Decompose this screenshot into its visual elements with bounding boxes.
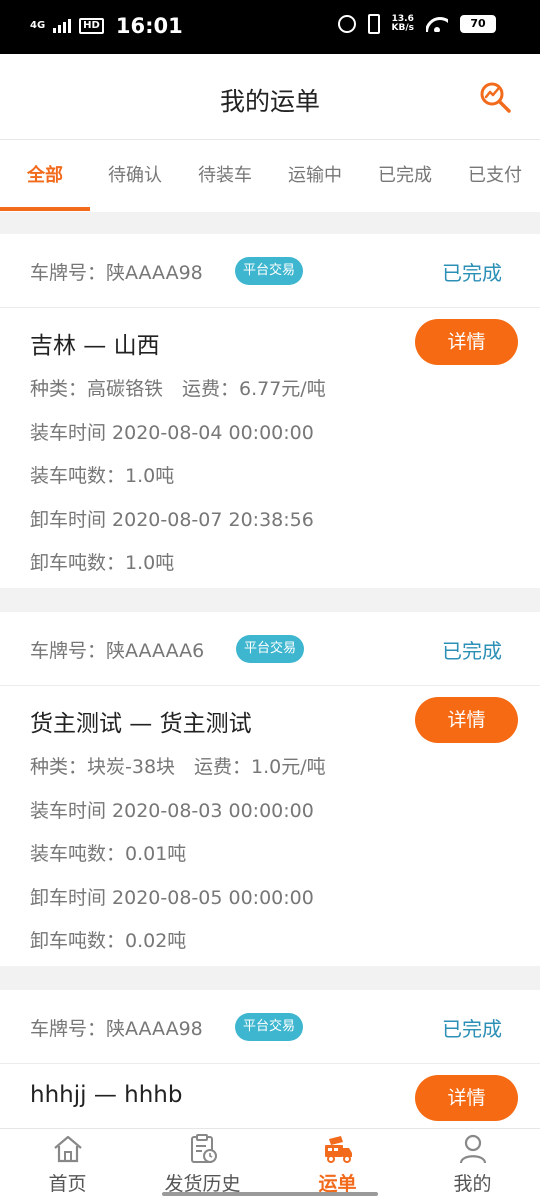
tab-pending-load[interactable]: 待装车 <box>190 140 260 212</box>
vibrate-icon <box>367 14 380 34</box>
route: 货主测试 — 货主测试 <box>30 711 252 737</box>
detail-button[interactable]: 详情 <box>415 1075 518 1121</box>
status-bar: 4G HD 16:01 13.6 KB/s 70 <box>0 0 540 54</box>
order-status: 已完成 <box>442 639 502 663</box>
platform-badge: 平台交易 <box>235 1013 304 1041</box>
battery-icon: 70 <box>460 15 496 33</box>
route: hhhjj — hhhb <box>30 1082 183 1108</box>
order-status: 已完成 <box>442 1017 502 1041</box>
hd-icon: HD <box>79 18 104 34</box>
nav-profile[interactable]: 我的 <box>405 1129 540 1200</box>
speed-unit: KB/s <box>391 23 414 33</box>
truck-icon <box>324 1136 352 1163</box>
load-tonnage: 装车吨数：0.01吨 <box>30 843 187 865</box>
order-status: 已完成 <box>442 261 502 285</box>
nav-home[interactable]: 首页 <box>0 1129 135 1200</box>
order-card: 车牌号：陕AAAA98 平台交易 已完成 hhhjj — hhhb 详情 <box>0 990 540 1128</box>
tab-completed[interactable]: 已完成 <box>370 140 440 212</box>
unload-time: 卸车时间 2020-08-07 20:38:56 <box>30 509 314 531</box>
tab-pending-confirm[interactable]: 待确认 <box>100 140 170 212</box>
cargo-type-freight: 种类：高碳铬铁 运费：6.77元/吨 <box>30 378 326 400</box>
network-speed: 13.6 KB/s <box>392 15 414 33</box>
search-chart-icon[interactable] <box>478 80 514 114</box>
platform-badge: 平台交易 <box>236 635 305 663</box>
clock: 16:01 <box>115 14 183 38</box>
signal-icon <box>53 19 72 33</box>
active-tab-indicator <box>0 207 90 211</box>
tab-in-transit[interactable]: 运输中 <box>280 140 350 212</box>
app-header: 我的运单 <box>0 54 540 140</box>
load-time: 装车时间 2020-08-03 00:00:00 <box>30 800 314 822</box>
page-title: 我的运单 <box>219 87 320 116</box>
route: 吉林 — 山西 <box>30 333 160 359</box>
tab-all[interactable]: 全部 <box>10 140 80 212</box>
detail-button[interactable]: 详情 <box>415 697 518 743</box>
plate-number: 车牌号：陕AAAAA6 <box>30 640 205 662</box>
network-type: 4G <box>30 20 46 31</box>
bottom-navigation: 首页 发货历史 运单 我的 <box>0 1128 540 1200</box>
nav-orders[interactable]: 运单 <box>270 1129 405 1200</box>
user-icon <box>459 1134 486 1164</box>
load-tonnage: 装车吨数：1.0吨 <box>30 465 175 487</box>
platform-badge: 平台交易 <box>235 257 304 285</box>
wifi-icon <box>426 16 448 32</box>
order-card: 车牌号：陕AAAA98 平台交易 已完成 吉林 — 山西 详情 种类：高碳铬铁 … <box>0 234 540 588</box>
order-card-header: 车牌号：陕AAAA98 平台交易 已完成 <box>0 234 540 308</box>
unload-tonnage: 卸车吨数：1.0吨 <box>30 552 175 574</box>
nav-history[interactable]: 发货历史 <box>135 1129 270 1200</box>
detail-button[interactable]: 详情 <box>415 319 518 365</box>
order-card: 车牌号：陕AAAAA6 平台交易 已完成 货主测试 — 货主测试 详情 种类：块… <box>0 612 540 966</box>
history-clipboard-icon <box>190 1134 217 1163</box>
nav-label: 首页 <box>48 1173 87 1195</box>
order-card-header: 车牌号：陕AAAA98 平台交易 已完成 <box>0 990 540 1064</box>
nav-label: 我的 <box>453 1173 492 1195</box>
alarm-icon <box>337 15 356 33</box>
home-icon <box>53 1135 82 1163</box>
load-time: 装车时间 2020-08-04 00:00:00 <box>30 422 314 444</box>
tab-paid[interactable]: 已支付 <box>460 140 530 212</box>
home-indicator[interactable] <box>162 1192 378 1196</box>
plate-number: 车牌号：陕AAAA98 <box>30 1018 203 1040</box>
order-tabs: 全部 待确认 待装车 运输中 已完成 已支付 <box>0 140 540 212</box>
unload-time: 卸车时间 2020-08-05 00:00:00 <box>30 887 314 909</box>
plate-number: 车牌号：陕AAAA98 <box>30 262 203 284</box>
unload-tonnage: 卸车吨数：0.02吨 <box>30 930 187 952</box>
order-card-header: 车牌号：陕AAAAA6 平台交易 已完成 <box>0 612 540 686</box>
cargo-type-freight: 种类：块炭-38块 运费：1.0元/吨 <box>30 756 326 778</box>
